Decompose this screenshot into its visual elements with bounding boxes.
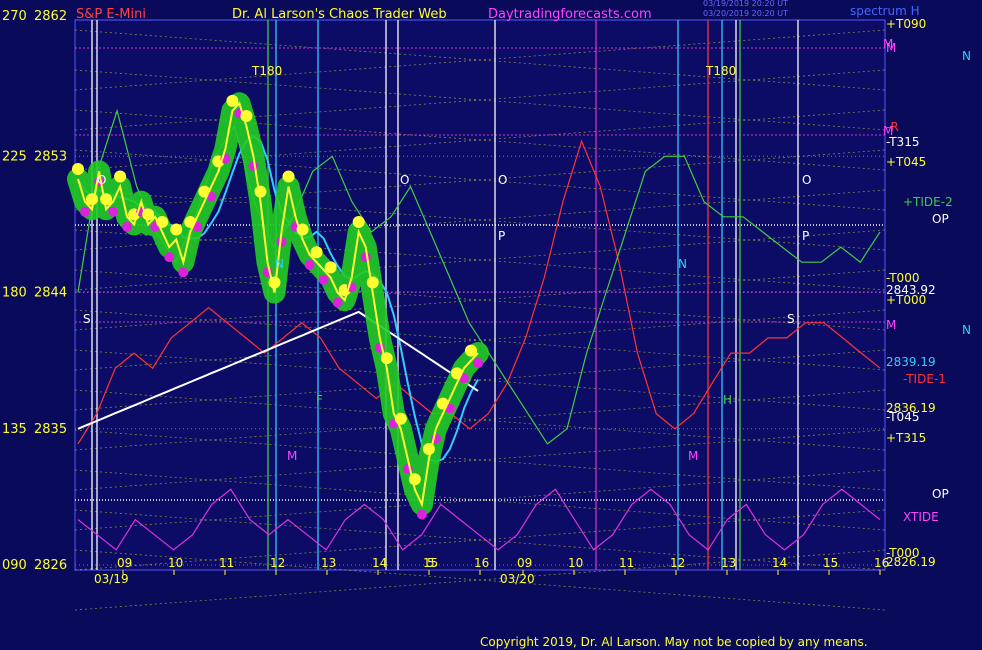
hour-tick-label: 11 [219,556,234,570]
right-label: OP [932,212,949,226]
chart-title: Dr. Al Larson's Chaos Trader Web [232,7,447,22]
price-tick-label: 2862 [34,9,67,24]
timestamp-2: 03/20/2019 20:20 UT [703,9,788,18]
right-label: +T000 [886,293,926,307]
low-point [108,206,119,217]
right-label: +T090 [886,17,926,31]
right-label: +TIDE-2 [903,195,953,209]
plot-area [74,19,886,571]
right-label: OP [932,487,949,501]
low-point [178,267,189,278]
chart-annotation: P [802,229,809,243]
high-point [282,170,295,183]
price-tick-label: 2853 [34,149,67,164]
hour-tick-label: 12 [270,556,285,570]
price-tick-label: 2835 [34,422,67,437]
low-point [122,221,133,232]
degree-tick-label: 270 [2,9,27,24]
chart-annotation: 5 [427,556,435,570]
chart-annotation: O [802,173,811,187]
chart-annotation: T180 [705,64,736,78]
chart-annotation: N [678,257,687,271]
right-label: 2826.19 [886,555,936,569]
chart-annotation: P [498,229,505,243]
degree-tick-label: 135 [2,422,27,437]
hour-tick-label: 11 [619,556,634,570]
low-point [80,206,91,217]
chart-annotation: F [316,393,323,407]
degree-tick-label: 090 [2,558,27,573]
date-label: 03/20 [500,572,535,586]
high-point [114,170,127,183]
hour-tick-label: 10 [168,556,183,570]
price-tick-label: 2844 [34,286,67,301]
low-point [318,274,329,285]
hour-tick-label: 13 [321,556,336,570]
right-label: N [962,323,971,337]
copyright: Copyright 2019, Dr. Al Larson. May not b… [480,635,868,649]
right-label: -TIDE-1 [903,372,946,386]
high-point [72,162,84,175]
chart-window: S&P E-Mini Dr. Al Larson's Chaos Trader … [0,0,982,650]
high-point [170,223,183,236]
chart-annotation: S [787,312,795,326]
chart-annotation: H [723,393,732,407]
chart-annotation: M [688,449,698,463]
chart-annotation: O [97,173,106,187]
low-point [473,358,483,369]
chart-annotation: N [275,257,284,271]
chart-annotation: M [883,124,893,138]
hour-tick-label: 16 [474,556,489,570]
chart-annotation: O [498,173,507,187]
right-label: 2839.19 [886,355,936,369]
date-label: 03/19 [94,572,129,586]
low-point [164,252,175,263]
chart-annotation: O [400,173,409,187]
hour-tick-label: 10 [568,556,583,570]
high-point [352,215,365,228]
right-label: N [962,49,971,63]
right-label: +T045 [886,155,926,169]
chart-annotation: S [83,312,91,326]
hour-tick-label: 13 [721,556,736,570]
hour-tick-label: 12 [670,556,685,570]
spectrum-label: spectrum H [850,4,920,18]
hour-tick-label: 14 [372,556,387,570]
hour-tick-label: 09 [117,556,132,570]
right-label: XTIDE [903,510,939,524]
chart-annotation: T180 [251,64,282,78]
hour-tick-label: 14 [772,556,787,570]
chart-annotation: M [883,37,893,51]
timestamp-1: 03/19/2019 20:20 UT [703,0,788,8]
right-label: M [886,318,896,332]
hour-tick-label: 15 [823,556,838,570]
chart-annotation: M [287,449,297,463]
chaos-chart: S&P E-Mini Dr. Al Larson's Chaos Trader … [0,0,982,650]
hour-tick-label: 09 [517,556,532,570]
price-tick-label: 2826 [34,558,67,573]
right-label: +T315 [886,431,926,445]
site-link[interactable]: Daytradingforecasts.com [488,7,652,22]
degree-tick-label: 225 [2,149,27,164]
low-point [304,259,315,270]
instrument-label: S&P E-Mini [76,7,146,22]
low-point [416,509,427,520]
right-label: -T045 [886,410,919,424]
degree-tick-label: 180 [2,286,27,301]
low-point [332,297,343,308]
